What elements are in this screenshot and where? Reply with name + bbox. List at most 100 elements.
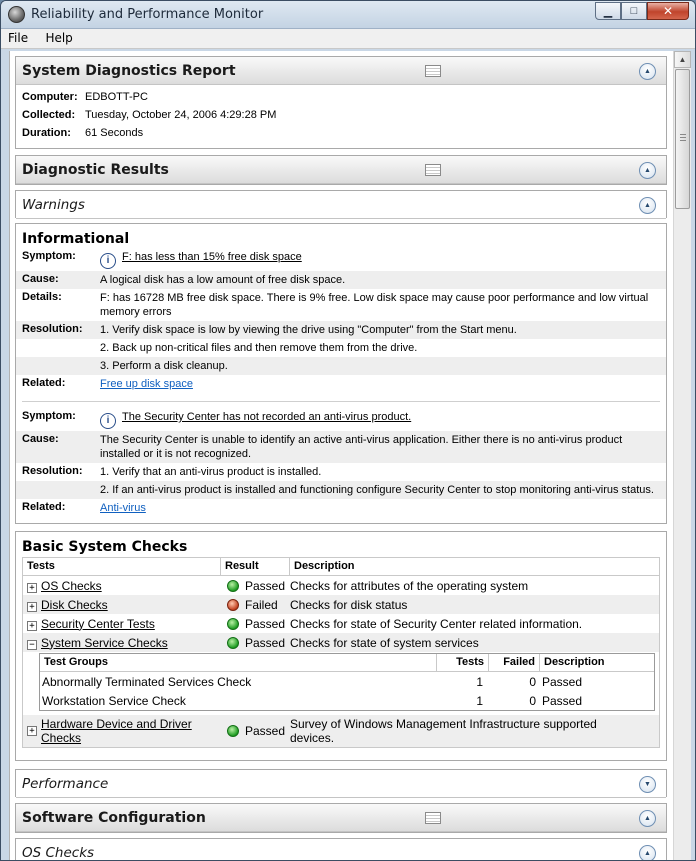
warnings-header[interactable]: Warnings ▲ xyxy=(16,191,666,219)
passed-status-icon xyxy=(227,636,239,649)
software-configuration-header[interactable]: Software Configuration ▲ xyxy=(16,804,666,832)
report-fields: Computer: EDBOTT-PC Collected: Tuesday, … xyxy=(16,85,666,149)
collapse-report-button[interactable]: ▲ xyxy=(639,63,656,80)
description-text: Checks for attributes of the operating s… xyxy=(290,578,529,593)
cause-row: Cause: The Security Center is unable to … xyxy=(16,431,666,463)
arrow-up-icon: ▲ xyxy=(678,55,687,64)
expand-icon[interactable]: + xyxy=(27,726,37,736)
col-description[interactable]: Description xyxy=(540,654,654,672)
chevron-up-icon: ▲ xyxy=(644,202,651,209)
resolution-row: Resolution: 1. Verify disk space is low … xyxy=(16,321,666,339)
table-row: + Disk Checks Failed Checks for disk stat… xyxy=(23,595,659,614)
table-row: + Hardware Device and Driver Checks Passe… xyxy=(23,715,659,747)
description-text: Checks for state of system services xyxy=(290,635,479,650)
symptom-link[interactable]: The Security Center has not recorded an … xyxy=(122,411,411,423)
collapse-software-configuration-button[interactable]: ▲ xyxy=(639,810,656,827)
menu-bar: File Help xyxy=(1,29,695,49)
duration-value: 61 Seconds xyxy=(85,127,144,139)
window-title: Reliability and Performance Monitor xyxy=(31,7,264,22)
close-button[interactable]: ✕ xyxy=(647,2,689,20)
details-label: Details: xyxy=(22,291,62,303)
col-tests[interactable]: Tests xyxy=(437,654,489,672)
collected-value: Tuesday, October 24, 2006 4:29:28 PM xyxy=(85,109,277,121)
cause-value: The Security Center is unable to identif… xyxy=(100,434,623,460)
basic-checks-table: Tests Result Description + OS Checks Pass… xyxy=(22,557,660,748)
resolution-step: 3. Perform a disk cleanup. xyxy=(100,360,228,372)
collapse-icon[interactable]: − xyxy=(27,639,37,650)
collapse-os-checks-button[interactable]: ▲ xyxy=(639,845,656,860)
result-text: Failed xyxy=(245,597,278,612)
menu-file[interactable]: File xyxy=(1,29,35,47)
symptom-label: Symptom: xyxy=(22,410,76,422)
minimize-button[interactable]: ▁ xyxy=(595,2,621,20)
passed-status-icon xyxy=(227,579,239,592)
software-configuration-section: Software Configuration ▲ xyxy=(15,803,667,833)
details-row: Details: F: has 16728 MB free disk space… xyxy=(16,289,666,321)
system-service-checks-link[interactable]: System Service Checks xyxy=(41,636,168,650)
table-header: Tests Result Description xyxy=(23,558,659,576)
collected-label: Collected: xyxy=(22,109,76,121)
maximize-button[interactable]: □ xyxy=(621,2,647,20)
table-row: + Security Center Tests Passed Checks for… xyxy=(23,614,659,633)
report-header[interactable]: System Diagnostics Report ▲ xyxy=(16,57,666,85)
duration-label: Duration: xyxy=(22,127,71,139)
resolution-row: 2. Back up non-critical files and then r… xyxy=(16,339,666,357)
symptom-link[interactable]: F: has less than 15% free disk space xyxy=(122,251,302,263)
collapse-diagnostic-results-button[interactable]: ▲ xyxy=(639,162,656,179)
resolution-label: Resolution: xyxy=(22,323,83,335)
performance-header[interactable]: Performance ▼ xyxy=(16,770,666,798)
chevron-up-icon: ▲ xyxy=(644,815,651,822)
security-center-tests-link[interactable]: Security Center Tests xyxy=(41,617,155,631)
vertical-scrollbar[interactable]: ▲ xyxy=(673,51,691,860)
table-icon[interactable] xyxy=(425,65,441,77)
warnings-title: Warnings xyxy=(22,197,85,213)
close-icon: ✕ xyxy=(662,4,674,18)
diagnostic-results-header[interactable]: Diagnostic Results ▲ xyxy=(16,156,666,184)
col-tests[interactable]: Tests xyxy=(23,558,221,576)
resolution-row: 2. If an anti-virus product is installed… xyxy=(16,481,666,499)
table-row: Abnormally Terminated Services Check 1 0… xyxy=(40,672,654,691)
os-checks-section: OS Checks ▲ xyxy=(15,838,667,860)
chevron-down-icon: ▼ xyxy=(644,781,651,788)
diagnostic-results-title: Diagnostic Results xyxy=(22,162,169,178)
related-label: Related: xyxy=(22,377,66,389)
scroll-thumb[interactable] xyxy=(675,69,690,209)
scroll-up-button[interactable]: ▲ xyxy=(674,51,691,68)
table-row: Workstation Service Check 1 0 Passed xyxy=(40,691,654,710)
os-checks-link[interactable]: OS Checks xyxy=(41,579,102,593)
expand-icon[interactable]: + xyxy=(27,601,37,612)
symptom-row: Symptom: i F: has less than 15% free disk… xyxy=(16,248,666,271)
col-description[interactable]: Description xyxy=(290,558,659,576)
performance-title: Performance xyxy=(22,776,109,792)
disk-checks-link[interactable]: Disk Checks xyxy=(41,598,108,612)
menu-help[interactable]: Help xyxy=(38,29,79,47)
table-icon[interactable] xyxy=(425,812,441,824)
failed-status-icon xyxy=(227,598,239,611)
title-bar[interactable]: Reliability and Performance Monitor ▁ □ … xyxy=(1,1,695,29)
os-checks-header[interactable]: OS Checks ▲ xyxy=(16,839,666,860)
group-name: Abnormally Terminated Services Check xyxy=(42,674,252,689)
col-test-groups[interactable]: Test Groups xyxy=(40,654,437,672)
test-groups-table: Test Groups Tests Failed Description Abn… xyxy=(39,653,655,711)
anti-virus-link[interactable]: Anti-virus xyxy=(100,502,146,514)
report-title: System Diagnostics Report xyxy=(22,63,236,79)
computer-label: Computer: xyxy=(22,91,78,103)
free-up-disk-space-link[interactable]: Free up disk space xyxy=(100,378,193,390)
expand-icon[interactable]: + xyxy=(27,620,37,631)
warnings-section: Warnings ▲ xyxy=(15,190,667,219)
table-icon[interactable] xyxy=(425,164,441,176)
hardware-device-driver-checks-link[interactable]: Hardware Device and Driver Checks xyxy=(41,717,221,745)
col-failed[interactable]: Failed xyxy=(489,654,540,672)
expand-icon[interactable]: + xyxy=(27,582,37,593)
expand-performance-button[interactable]: ▼ xyxy=(639,776,656,793)
collected-row: Collected: Tuesday, October 24, 2006 4:2… xyxy=(22,109,660,127)
divider xyxy=(22,401,660,402)
collapse-warnings-button[interactable]: ▲ xyxy=(639,197,656,214)
cause-label: Cause: xyxy=(22,273,59,285)
result-text: Passed xyxy=(245,616,286,631)
grip-line xyxy=(680,134,686,135)
col-result[interactable]: Result xyxy=(221,558,290,576)
subtable-header: Test Groups Tests Failed Description xyxy=(40,654,654,672)
info-icon: i xyxy=(100,413,116,429)
group-name: Workstation Service Check xyxy=(42,693,186,708)
